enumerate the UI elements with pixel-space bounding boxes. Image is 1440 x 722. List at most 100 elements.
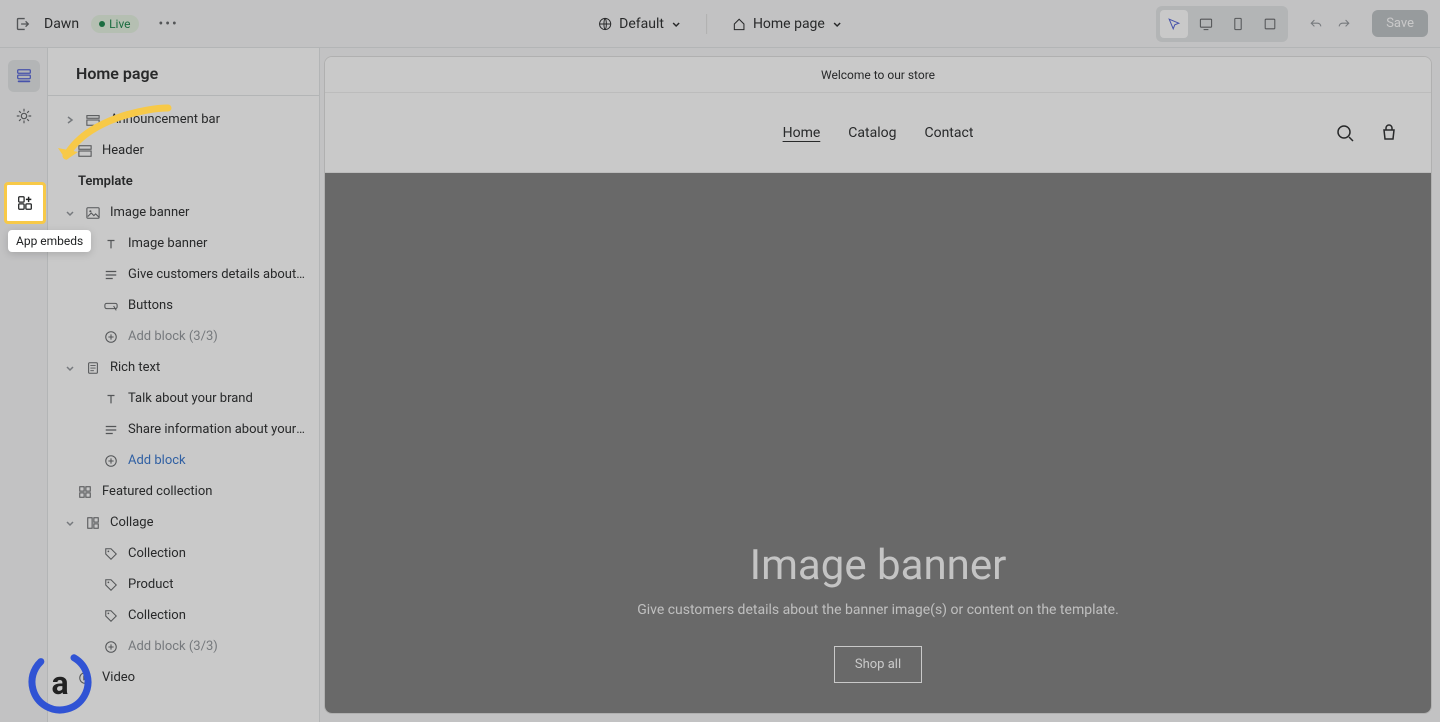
item-label: Header: [102, 143, 307, 158]
app-embeds-rail-button[interactable]: [10, 188, 40, 218]
block-buttons[interactable]: Buttons: [48, 290, 319, 321]
item-label: Collage: [110, 515, 307, 530]
section-rich-text[interactable]: Rich text: [48, 352, 319, 383]
item-label: Share information about your bra...: [128, 422, 307, 437]
plus-circle-icon: [104, 330, 120, 344]
block-product[interactable]: Product: [48, 569, 319, 600]
tag-icon: [104, 547, 120, 561]
item-label: Collection: [128, 608, 307, 623]
app-embeds-highlight: [6, 184, 44, 222]
item-label: Image banner: [110, 205, 307, 220]
chevron-right-icon: [64, 114, 78, 126]
paragraph-icon: [104, 268, 120, 282]
section-announcement-bar[interactable]: Announcement bar: [48, 104, 319, 135]
device-toggle: [1156, 6, 1288, 42]
topbar-center: Default Home page: [597, 14, 843, 34]
topbar: Dawn Live ••• Default Home page: [0, 0, 1440, 48]
live-badge: Live: [91, 15, 138, 33]
section-collage[interactable]: Collage: [48, 507, 319, 538]
app-embeds-tooltip: App embeds: [8, 230, 91, 252]
item-label: Give customers details about the...: [128, 267, 307, 282]
globe-icon: [597, 16, 613, 32]
undo-redo: [1304, 12, 1356, 36]
image-banner: Image banner Give customers details abou…: [325, 173, 1431, 714]
locale-label: Default: [619, 16, 664, 32]
save-button[interactable]: Save: [1372, 10, 1428, 37]
item-label: Talk about your brand: [128, 391, 307, 406]
item-label: Add block: [128, 453, 307, 468]
item-label: Featured collection: [102, 484, 307, 499]
section-header[interactable]: Header: [48, 135, 319, 166]
item-label: Buttons: [128, 298, 307, 313]
undo-button[interactable]: [1304, 12, 1328, 36]
fullscreen-button[interactable]: [1256, 10, 1284, 38]
chevron-down-icon: [64, 207, 78, 219]
nav-home[interactable]: Home: [783, 125, 821, 141]
brand-badge-icon: a: [28, 650, 92, 714]
item-label: Product: [128, 577, 307, 592]
announcement-bar: Welcome to our store: [325, 57, 1431, 93]
block-share-info[interactable]: Share information about your bra...: [48, 414, 319, 445]
settings-rail-button[interactable]: [8, 100, 40, 132]
item-label: Add block (3/3): [128, 639, 307, 654]
block-give-customers[interactable]: Give customers details about the...: [48, 259, 319, 290]
desktop-button[interactable]: [1192, 10, 1220, 38]
image-icon: [86, 206, 102, 220]
preview-frame: Welcome to our store Home Catalog Contac…: [324, 56, 1432, 714]
sidebar: Home page Announcement bar Header Templa…: [48, 48, 320, 722]
chevron-down-icon: [64, 362, 78, 374]
item-label: Template: [78, 174, 307, 189]
text-icon: [104, 392, 120, 406]
locale-dropdown[interactable]: Default: [597, 16, 682, 32]
item-label: Rich text: [110, 360, 307, 375]
more-icon[interactable]: •••: [159, 16, 179, 32]
tag-icon: [104, 578, 120, 592]
left-rail: [0, 48, 48, 722]
collage-icon: [86, 516, 102, 530]
svg-text:a: a: [51, 664, 68, 702]
tag-icon: [104, 609, 120, 623]
template-label: Template: [48, 166, 319, 197]
paragraph-icon: [104, 423, 120, 437]
text-icon: [104, 237, 120, 251]
home-icon: [731, 16, 747, 32]
section-icon: [78, 144, 94, 158]
store-header: Home Catalog Contact: [325, 93, 1431, 173]
block-collection-2[interactable]: Collection: [48, 600, 319, 631]
sections-rail-button[interactable]: [8, 60, 40, 92]
banner-title: Image banner: [750, 541, 1007, 590]
item-label: Video: [102, 670, 307, 685]
block-collection-1[interactable]: Collection: [48, 538, 319, 569]
item-label: Collection: [128, 546, 307, 561]
banner-button[interactable]: Shop all: [834, 646, 922, 683]
section-icon: [86, 113, 102, 127]
sidebar-title: Home page: [48, 48, 319, 96]
redo-button[interactable]: [1332, 12, 1356, 36]
exit-icon[interactable]: [12, 14, 32, 34]
cart-icon[interactable]: [1379, 123, 1399, 143]
section-featured-collection[interactable]: Featured collection: [48, 476, 319, 507]
live-dot-icon: [99, 21, 105, 27]
chevron-down-icon: [670, 18, 682, 30]
chevron-down-icon: [831, 18, 843, 30]
grid-icon: [78, 485, 94, 499]
item-label: Announcement bar: [110, 112, 307, 127]
topbar-right: Save: [1156, 6, 1428, 42]
chevron-down-icon: [64, 517, 78, 529]
page-dropdown[interactable]: Home page: [731, 16, 843, 32]
block-talk-brand[interactable]: Talk about your brand: [48, 383, 319, 414]
banner-subtitle: Give customers details about the banner …: [637, 602, 1119, 618]
nav-contact[interactable]: Contact: [924, 125, 973, 141]
button-icon: [104, 299, 120, 313]
nav-catalog[interactable]: Catalog: [848, 125, 896, 141]
add-block-rich-text[interactable]: Add block: [48, 445, 319, 476]
section-image-banner[interactable]: Image banner: [48, 197, 319, 228]
inspector-button[interactable]: [1160, 10, 1188, 38]
item-label: Add block (3/3): [128, 329, 307, 344]
add-block-image-banner[interactable]: Add block (3/3): [48, 321, 319, 352]
header-icons: [1335, 123, 1399, 143]
mobile-button[interactable]: [1224, 10, 1252, 38]
search-icon[interactable]: [1335, 123, 1355, 143]
plus-circle-icon: [104, 454, 120, 468]
document-icon: [86, 361, 102, 375]
